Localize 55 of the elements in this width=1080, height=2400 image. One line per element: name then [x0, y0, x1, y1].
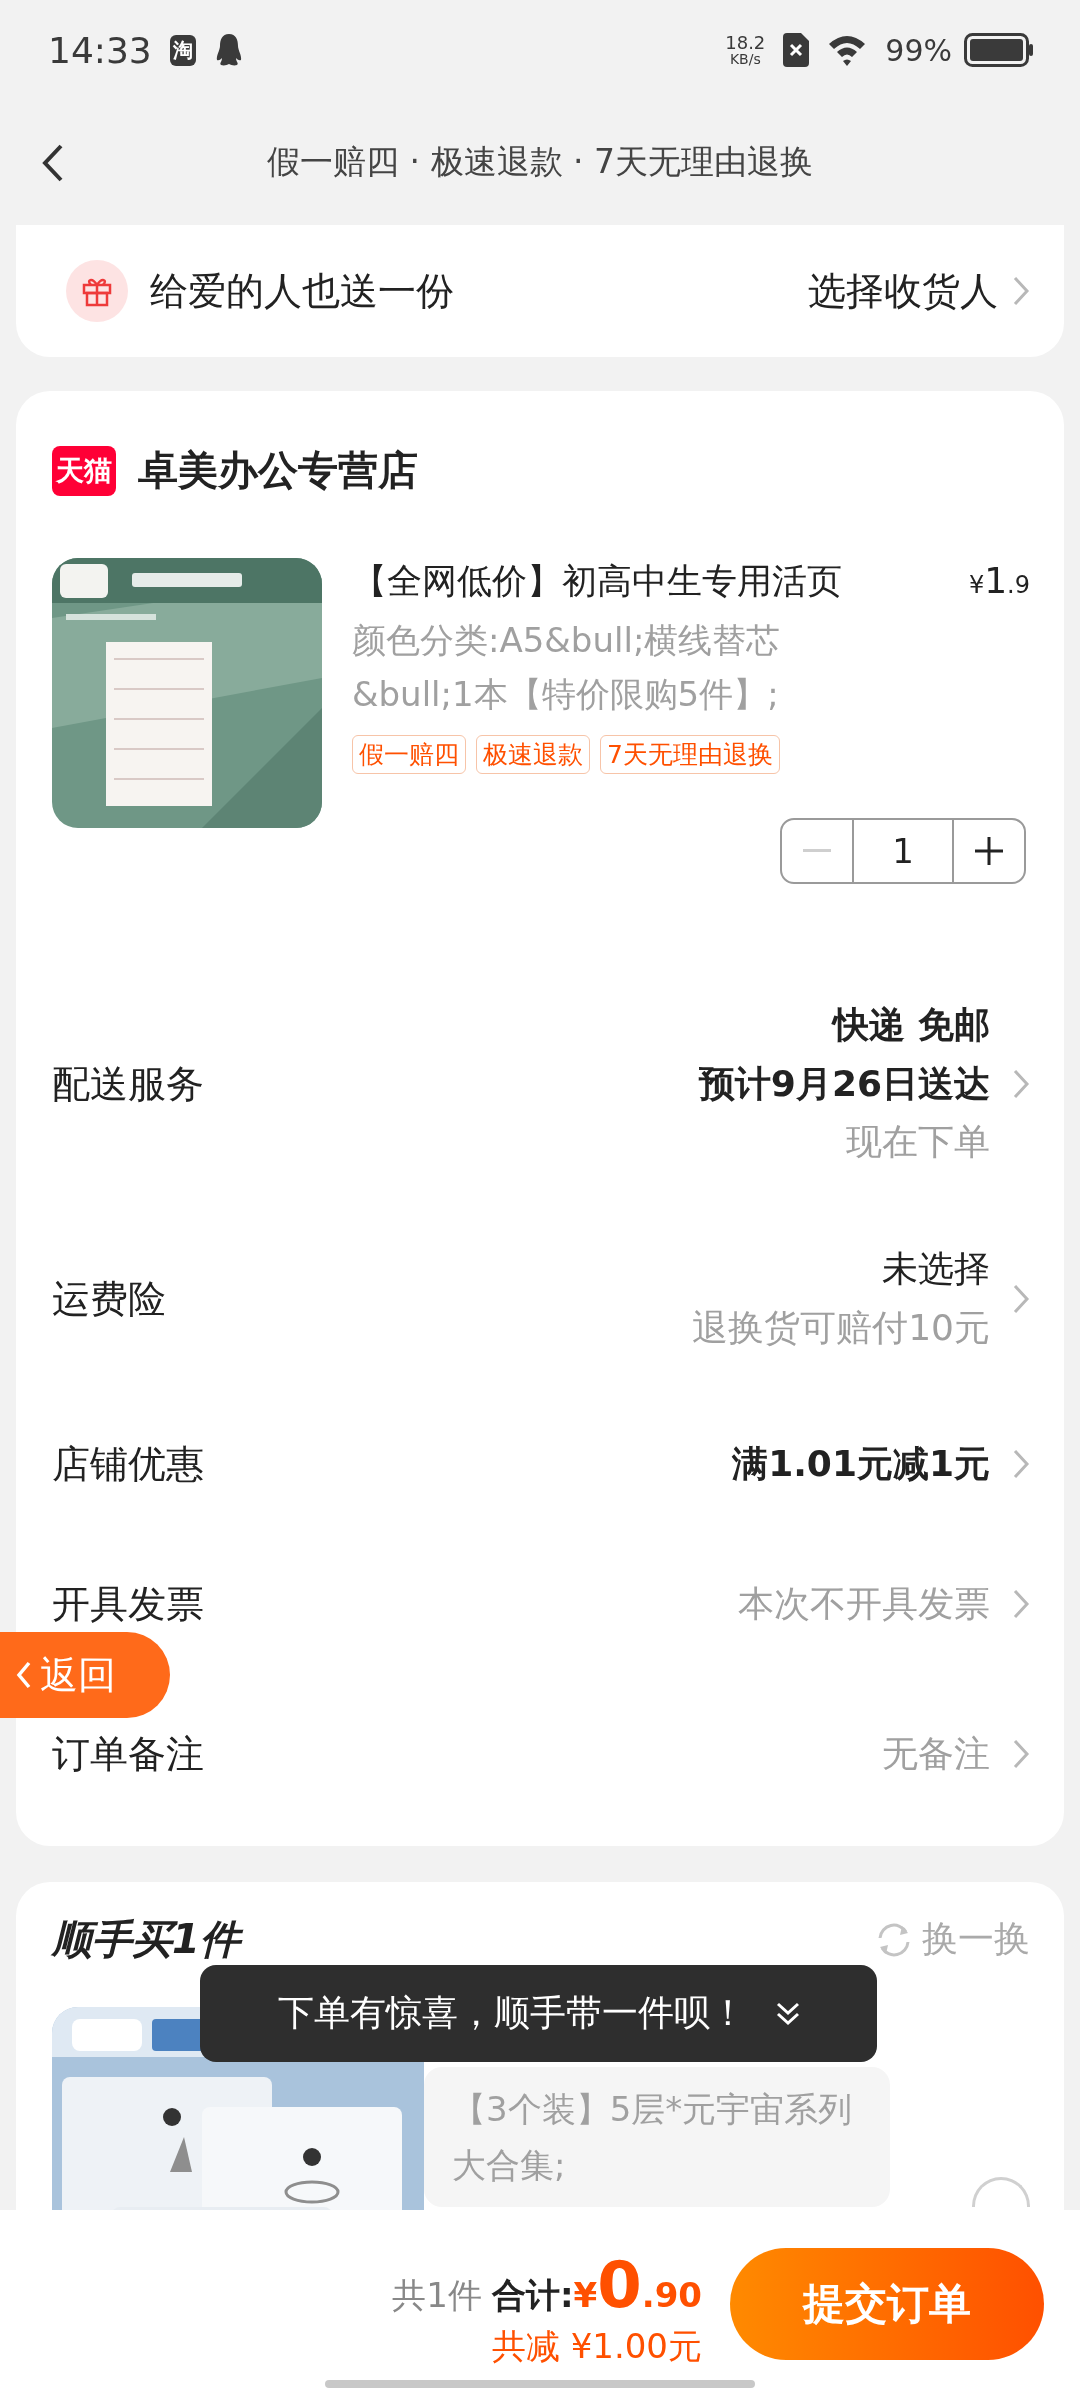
- select-radio[interactable]: [972, 2177, 1030, 2207]
- row-value[interactable]: 现在下单: [846, 1119, 990, 1167]
- row-value[interactable]: 满1.01元减1元: [732, 1440, 990, 1488]
- row-label: 订单备注: [52, 1730, 204, 1778]
- row-label: 店铺优惠: [52, 1440, 204, 1488]
- product-title: 【全网低价】初高中生专用活页: [352, 560, 842, 603]
- service-tag: 假一赔四: [352, 735, 466, 774]
- toast-message[interactable]: 下单有惊喜，顺手带一件呗！: [200, 1965, 877, 2062]
- row-value[interactable]: 本次不开具发票: [738, 1580, 990, 1628]
- back-button[interactable]: [42, 142, 64, 183]
- double-chevron-down-icon: [775, 2000, 800, 2027]
- discount-total: 共减 ¥1.00元: [491, 2325, 702, 2368]
- battery-percentage: 99%: [885, 32, 952, 68]
- store-logo: 天猫: [52, 445, 116, 496]
- chevron-right-icon: [1012, 1448, 1030, 1480]
- minus-icon: [803, 849, 831, 853]
- row-value[interactable]: 无备注: [882, 1730, 990, 1778]
- quantity-value: 1: [852, 820, 954, 882]
- total-price: ¥0.90: [573, 2248, 702, 2322]
- sim-disabled-icon: [783, 33, 810, 67]
- service-tag: 7天无理由退换: [600, 735, 780, 774]
- gift-label: 给爱的人也送一份: [150, 267, 455, 315]
- network-speed-unit: KB/s: [729, 52, 761, 66]
- return-button[interactable]: 返回: [0, 1632, 170, 1718]
- app-icon: 淘: [169, 34, 196, 66]
- back-icon: [42, 142, 64, 183]
- row-value[interactable]: 快递 免邮: [833, 1001, 990, 1049]
- wifi-icon: [827, 34, 868, 66]
- store-name: 卓美办公专营店: [138, 446, 418, 495]
- chevron-right-icon: [1012, 1283, 1030, 1315]
- row-value[interactable]: 预计9月26日送达: [698, 1060, 990, 1108]
- item-count: 共1件: [392, 2274, 482, 2317]
- plus-icon: [975, 837, 1003, 865]
- service-tag: 极速退款: [476, 735, 590, 774]
- clock-time: 14:33: [48, 29, 152, 71]
- network-speed: 18.2: [725, 34, 766, 52]
- row-label: 配送服务: [52, 1060, 204, 1108]
- back-icon: [16, 1661, 32, 1689]
- row-label: 开具发票: [52, 1580, 204, 1628]
- chevron-right-icon: [1012, 275, 1030, 307]
- choose-recipient-link[interactable]: 选择收货人: [808, 265, 1030, 317]
- product-spec: 颜色分类:A5&bull;横线替芯&bull;1本【特价限购5件】;: [352, 619, 782, 716]
- row-value[interactable]: 退换货可赔付10元: [692, 1305, 990, 1352]
- chevron-right-icon: [1012, 1588, 1030, 1620]
- page-title: 假一赔四 · 极速退款 · 7天无理由退换: [267, 141, 813, 183]
- addon-description: 【3个装】5层*元宇宙系列大合集;: [452, 2089, 853, 2185]
- battery-icon: [964, 33, 1034, 67]
- chevron-right-icon: [1012, 1068, 1030, 1100]
- row-value[interactable]: 未选择: [882, 1246, 990, 1293]
- product-price: ¥1.9: [968, 560, 1030, 601]
- refresh-button[interactable]: 换一换: [874, 1915, 1030, 1964]
- row-label: 运费险: [52, 1275, 166, 1323]
- submit-order-button[interactable]: 提交订单: [730, 2248, 1044, 2360]
- total-label: 合计:: [491, 2274, 574, 2317]
- chevron-right-icon: [1012, 1738, 1030, 1770]
